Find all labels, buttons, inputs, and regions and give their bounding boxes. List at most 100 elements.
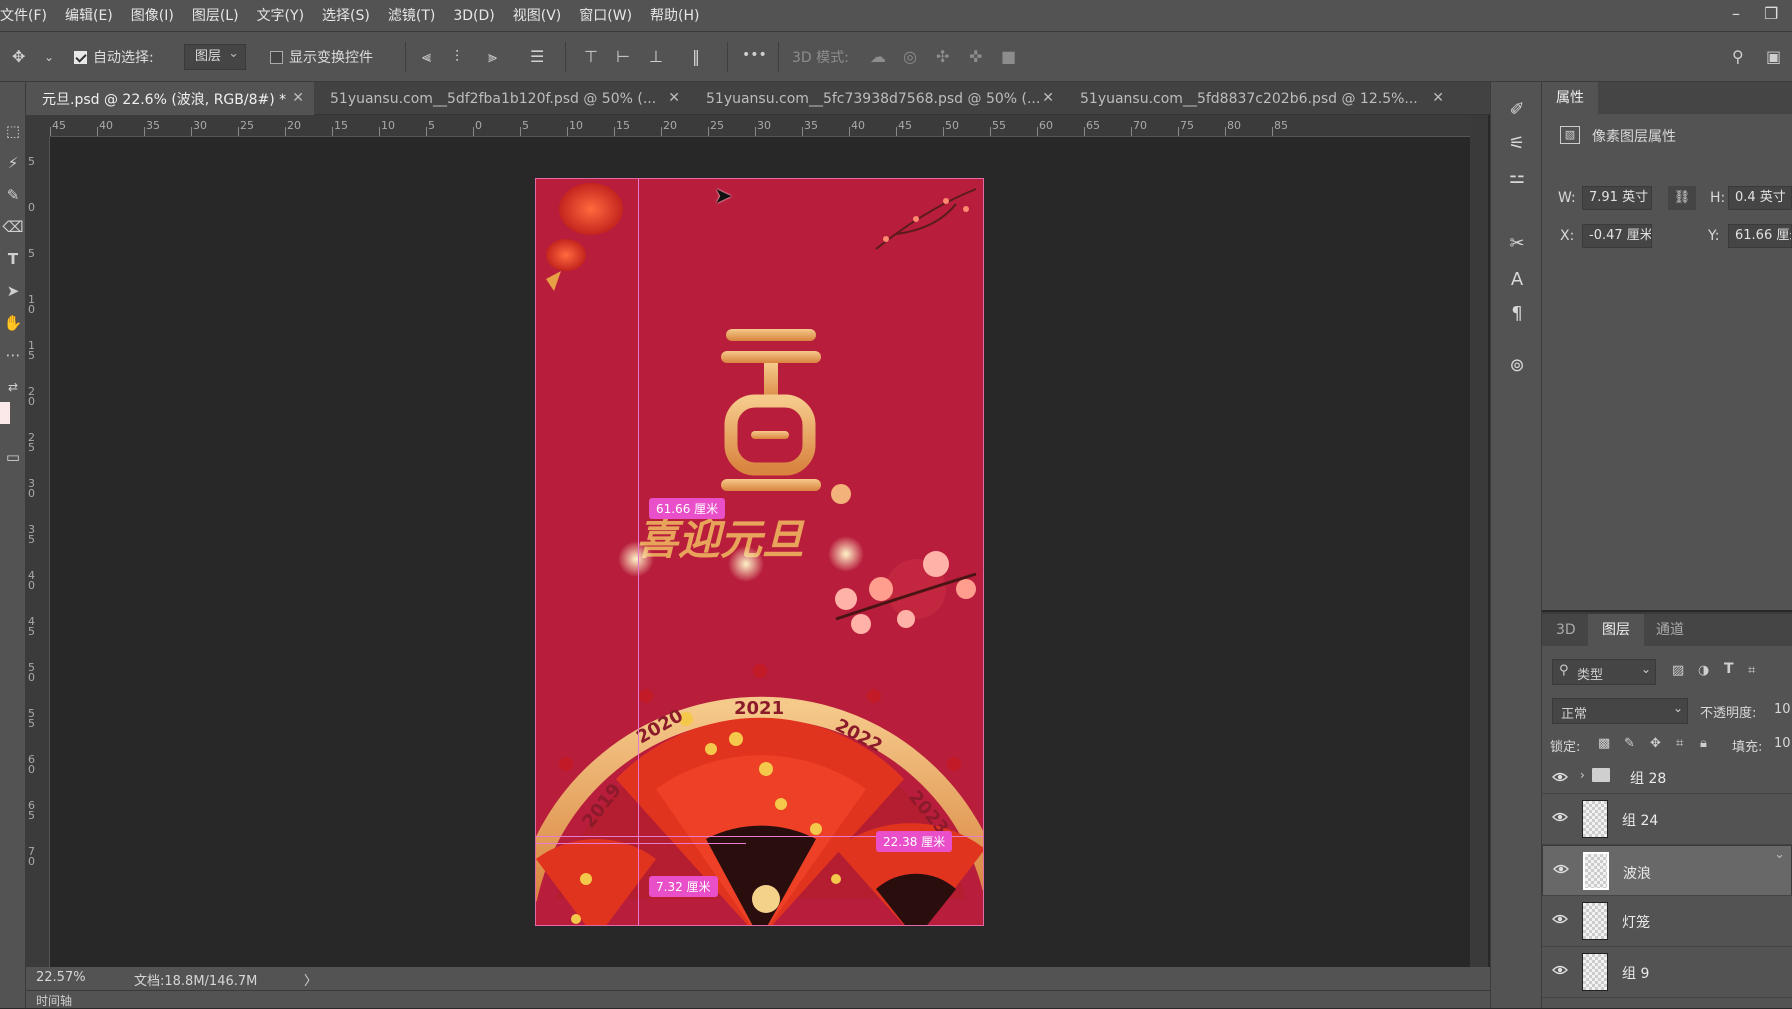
eraser-tool-icon[interactable]: ⌫	[2, 216, 24, 238]
close-icon[interactable]: ✕	[1432, 90, 1444, 106]
menu-view[interactable]: 视图(V)	[504, 0, 571, 32]
tab-label: 51yuansu.com__5fd8837c202b6.psd @ 12.5%.…	[1080, 90, 1418, 107]
creative-cloud-icon[interactable]: ⊚	[1505, 354, 1529, 378]
layer-row[interactable]: 波浪	[1542, 843, 1792, 896]
timeline-label[interactable]: 时间轴	[36, 992, 72, 1009]
3d-slide-icon[interactable]: ✜	[969, 49, 982, 65]
layer-row[interactable]: 组 24	[1542, 794, 1792, 845]
path-select-icon[interactable]: ➤	[2, 280, 24, 302]
width-field[interactable]: 7.91 英寸	[1582, 186, 1652, 210]
layer-row[interactable]: › 组 28	[1542, 760, 1792, 794]
status-menu-arrow[interactable]: 〉	[304, 970, 317, 989]
close-icon[interactable]: ✕	[668, 90, 680, 106]
fill-value[interactable]: 10	[1774, 736, 1791, 751]
lock-transparent-icon[interactable]: ▩	[1598, 736, 1610, 751]
history-brush-icon[interactable]: ✐	[1505, 98, 1529, 122]
layer-row[interactable]: 组 9	[1542, 947, 1792, 998]
chevron-right-icon[interactable]: ›	[1580, 768, 1585, 782]
height-field[interactable]: 0.4 英寸	[1728, 186, 1792, 210]
brush-tool-icon[interactable]: ✎	[2, 184, 24, 206]
swap-colors-icon[interactable]: ⇄	[2, 376, 24, 398]
align-left-icon[interactable]: ⫷	[422, 49, 431, 65]
menu-3d[interactable]: 3D(D)	[444, 0, 503, 32]
document-canvas[interactable]: 喜迎元旦 2019 2020 2021 2022 2023 61.66 厘米 2…	[535, 178, 984, 926]
y-field[interactable]: 61.66 厘米	[1728, 224, 1792, 248]
align-hcenter-icon[interactable]: ⫶	[455, 49, 459, 65]
search-icon[interactable]: ⚲	[1732, 49, 1744, 65]
lock-pixels-icon[interactable]: ✎	[1624, 736, 1635, 751]
lock-all-icon[interactable]: 🔒︎	[1700, 736, 1707, 751]
vertical-scrollbar[interactable]	[1470, 115, 1488, 1001]
magic-wand-icon[interactable]: ⚡	[2, 152, 24, 174]
align-vcenter-icon[interactable]: ⊢	[616, 49, 630, 65]
align-bottom-icon[interactable]: ⊥	[649, 49, 663, 65]
tab-properties[interactable]: 属性	[1542, 82, 1598, 114]
menu-edit[interactable]: 编辑(E)	[56, 0, 122, 32]
workspace-icon[interactable]: ▣	[1766, 49, 1781, 65]
filter-adjustment-icon[interactable]: ◑	[1698, 663, 1709, 678]
menu-filter[interactable]: 滤镜(T)	[379, 0, 444, 32]
adjustments-icon[interactable]: ⚟	[1505, 132, 1529, 156]
type-tool-icon[interactable]: T	[2, 248, 24, 270]
filter-shape-icon[interactable]: ⌗	[1748, 663, 1755, 678]
layer-filter-dropdown[interactable]: ⚲ 类型 ⌄	[1552, 659, 1656, 685]
tab-document-1[interactable]: 元旦.psd @ 22.6% (波浪, RGB/8#) * ✕	[26, 82, 314, 115]
menu-layer[interactable]: 图层(L)	[183, 0, 248, 32]
minimize-icon[interactable]: –	[1732, 4, 1740, 23]
menu-select[interactable]: 选择(S)	[313, 0, 379, 32]
foreground-color-swatch[interactable]	[0, 402, 10, 424]
align-top-icon[interactable]: ⊤	[584, 49, 598, 65]
menu-window[interactable]: 窗口(W)	[570, 0, 641, 32]
eye-icon[interactable]	[1552, 964, 1568, 976]
stamp-icon[interactable]: ⚍	[1505, 166, 1529, 190]
3d-orbit-icon[interactable]: ☁	[870, 49, 886, 65]
auto-select-dropdown[interactable]: 图层	[184, 42, 247, 70]
lock-artboard-icon[interactable]: ⌗	[1676, 736, 1683, 751]
menu-image[interactable]: 图像(I)	[122, 0, 183, 32]
close-icon[interactable]: ✕	[292, 90, 304, 106]
align-right-icon[interactable]: ⫸	[488, 49, 497, 65]
move-tool-icon[interactable]: ✥	[12, 49, 25, 65]
layer-row[interactable]: 灯笼	[1542, 896, 1792, 947]
link-icon[interactable]: ⛓	[1668, 186, 1696, 210]
show-transform-checkbox[interactable]	[270, 50, 283, 64]
3d-pan-icon[interactable]: ✣	[936, 49, 949, 65]
more-options-icon[interactable]: •••	[742, 47, 767, 63]
restore-icon[interactable]: ❐	[1764, 4, 1778, 23]
eye-icon[interactable]	[1552, 913, 1568, 925]
eye-icon[interactable]	[1552, 771, 1568, 783]
opacity-label: 不透明度:	[1700, 706, 1757, 721]
hand-tool-icon[interactable]: ✋	[2, 312, 24, 334]
distribute-v-icon[interactable]: ‖	[692, 49, 700, 65]
blend-mode-dropdown[interactable]: 正常 ⌄	[1552, 698, 1688, 724]
zoom-level[interactable]: 22.57%	[36, 970, 86, 985]
3d-roll-icon[interactable]: ◎	[903, 49, 917, 65]
paragraph-icon[interactable]: ¶	[1505, 302, 1529, 326]
tab-channels[interactable]: 通道	[1642, 614, 1698, 646]
tab-layers[interactable]: 图层	[1588, 614, 1644, 646]
character-icon[interactable]: A	[1505, 268, 1529, 292]
3d-camera-icon[interactable]: ■	[1001, 49, 1016, 65]
filter-image-icon[interactable]: ▨	[1672, 663, 1684, 678]
menu-help[interactable]: 帮助(H)	[641, 0, 708, 32]
close-icon[interactable]: ✕	[1042, 90, 1054, 106]
eye-icon[interactable]	[1552, 811, 1568, 823]
distribute-h-icon[interactable]: ☰	[530, 49, 544, 65]
marquee-tool-icon[interactable]: ⬚	[2, 120, 24, 142]
tab-document-4[interactable]: 51yuansu.com__5fd8837c202b6.psd @ 12.5%.…	[1064, 82, 1454, 115]
eye-icon[interactable]	[1553, 863, 1569, 875]
more-tools-icon[interactable]: ⋯	[2, 344, 24, 366]
tab-3d[interactable]: 3D	[1542, 614, 1590, 646]
chevron-down-icon[interactable]: ⌄	[44, 49, 54, 65]
tools-presets-icon[interactable]: ✂	[1505, 232, 1529, 256]
menu-type[interactable]: 文字(Y)	[248, 0, 313, 32]
screen-mode-icon[interactable]: ▭	[2, 446, 24, 468]
x-field[interactable]: -0.47 厘米	[1582, 224, 1652, 248]
filter-type-icon[interactable]: T	[1724, 661, 1734, 677]
auto-select-checkbox[interactable]	[74, 50, 87, 64]
tab-document-3[interactable]: 51yuansu.com__5fc73938d7568.psd @ 50% (.…	[690, 82, 1064, 115]
menu-file[interactable]: 文件(F)	[0, 0, 56, 32]
lock-position-icon[interactable]: ✥	[1650, 736, 1661, 751]
tab-document-2[interactable]: 51yuansu.com__5df2fba1b120f.psd @ 50% (.…	[314, 82, 690, 115]
opacity-value[interactable]: 10	[1774, 702, 1791, 717]
